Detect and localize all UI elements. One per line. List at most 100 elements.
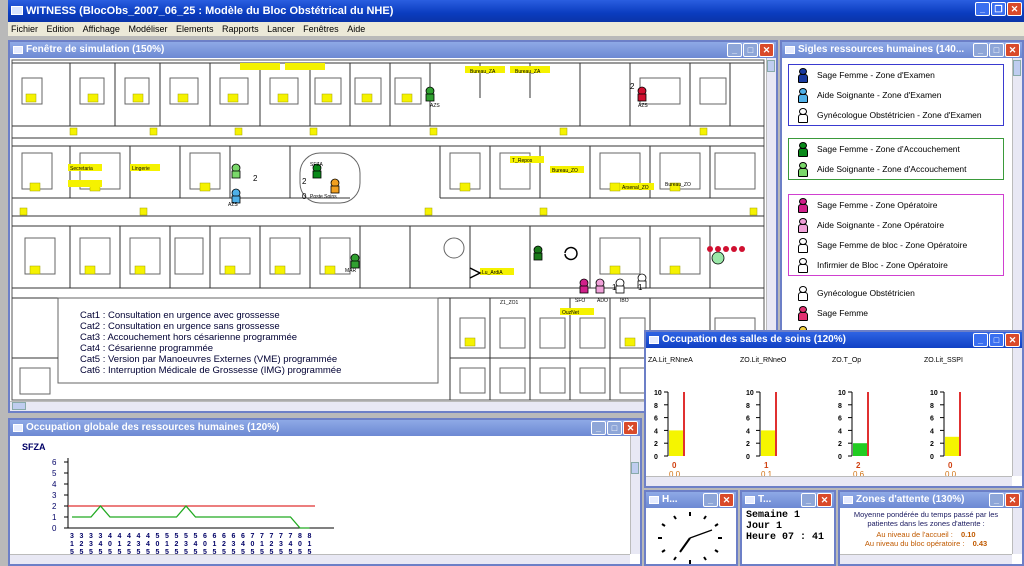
close-button[interactable]: ✕ xyxy=(1005,493,1020,507)
close-button[interactable]: ✕ xyxy=(1005,43,1020,57)
resources-window-title-bar[interactable]: Sigles ressources humaines (140... _ □ ✕ xyxy=(782,42,1022,58)
y-tick-label: 3 xyxy=(52,491,57,500)
x-tick-label: 3 xyxy=(70,533,74,540)
x-tick-label: 2 xyxy=(222,541,226,548)
x-tick-label: 5 xyxy=(175,533,179,540)
horizontal-scrollbar[interactable] xyxy=(646,476,1012,486)
resource-label: Gynécologue Obstétricien xyxy=(817,288,915,298)
count-label: 2 xyxy=(253,174,258,183)
x-tick-label: 4 xyxy=(241,541,245,548)
menu-fichier[interactable]: Fichier xyxy=(8,24,41,34)
y-tick-label: 4 xyxy=(838,428,842,435)
resources-window[interactable]: Sigles ressources humaines (140... _ □ ✕… xyxy=(780,40,1024,340)
resource-legend-item: Sage Femme - Zone d'Examen xyxy=(789,65,1003,85)
app-title: WITNESS (BlocObs_2007_06_25 : Modèle du … xyxy=(26,5,394,17)
menu-affichage[interactable]: Affichage xyxy=(80,24,123,34)
y-tick-label: 2 xyxy=(930,441,934,448)
simulation-window-title-bar[interactable]: Fenêtre de simulation (150%) _ □ ✕ xyxy=(10,42,776,58)
maximize-button[interactable]: □ xyxy=(989,333,1004,347)
clock-title-bar[interactable]: H... _ ✕ xyxy=(646,492,736,508)
close-button[interactable]: ✕ xyxy=(1007,2,1022,16)
menu-fenetres[interactable]: Fenêtres xyxy=(300,24,342,34)
maximize-button[interactable]: □ xyxy=(743,43,758,57)
minimize-button[interactable]: _ xyxy=(591,421,606,435)
rooms-occupation-title-bar[interactable]: Occupation des salles de soins (120%) _ … xyxy=(646,332,1022,348)
vertical-scrollbar[interactable] xyxy=(1012,508,1022,554)
app-title-bar[interactable]: WITNESS (BlocObs_2007_06_25 : Modèle du … xyxy=(8,0,1024,22)
vertical-scrollbar[interactable] xyxy=(630,436,640,554)
room-label: AZS xyxy=(638,103,648,109)
window-icon xyxy=(785,46,795,54)
close-button[interactable]: ✕ xyxy=(623,421,638,435)
minimize-button[interactable]: _ xyxy=(801,493,816,507)
legend-cat4: Cat4 : Césarienne programmée xyxy=(80,343,214,354)
x-tick-label: 7 xyxy=(289,533,293,540)
resource-label: Sage Femme - Zone d'Examen xyxy=(817,70,935,80)
x-tick-label: 5 xyxy=(194,533,198,540)
person-icon xyxy=(797,238,809,253)
time-title-bar[interactable]: T... _ ✕ xyxy=(742,492,834,508)
room-count-label: 1 xyxy=(764,461,769,470)
room-label: Lingerie xyxy=(132,166,150,172)
resource-label: Sage Femme - Zone d'Accouchement xyxy=(817,144,960,154)
menu-modeliser[interactable]: Modéliser xyxy=(125,24,170,34)
menu-elements[interactable]: Elements xyxy=(173,24,217,34)
time-window[interactable]: T... _ ✕ Semaine 1 Jour 1 Heure 07 : 41 xyxy=(740,490,836,566)
y-tick-label: 6 xyxy=(654,416,658,423)
clock-icon xyxy=(658,512,722,564)
minimize-button[interactable]: _ xyxy=(973,43,988,57)
rooms-occupation-window[interactable]: Occupation des salles de soins (120%) _ … xyxy=(644,330,1024,488)
vertical-scrollbar[interactable] xyxy=(1012,348,1022,476)
window-icon xyxy=(13,46,23,54)
clock-window[interactable]: H... _ ✕ xyxy=(644,490,738,566)
x-tick-label: 4 xyxy=(118,533,122,540)
menu-rapports[interactable]: Rapports xyxy=(219,24,262,34)
x-tick-label: 1 xyxy=(70,541,74,548)
category-legend: Cat1 : Consultation en urgence avec gros… xyxy=(80,310,341,376)
minimize-button[interactable]: _ xyxy=(973,333,988,347)
x-tick-label: 4 xyxy=(289,541,293,548)
close-button[interactable]: ✕ xyxy=(1005,333,1020,347)
horizontal-scrollbar[interactable] xyxy=(840,554,1012,564)
room-count-label: 0 xyxy=(948,461,953,470)
window-icon xyxy=(843,496,853,504)
y-tick-label: 10 xyxy=(746,390,754,397)
close-button[interactable]: ✕ xyxy=(817,493,832,507)
room-label: Arsenal_ZO xyxy=(622,185,649,191)
room-bar xyxy=(761,430,775,456)
rooms-bar-chart-svg: ZA.Lit_RNneA024681000.0ZO.Lit_RNneO02468… xyxy=(648,357,963,479)
hr-occupation-title-bar[interactable]: Occupation globale des ressources humain… xyxy=(10,420,640,436)
waiting-zones-title-bar[interactable]: Zones d'attente (130%) _ ✕ xyxy=(840,492,1022,508)
restore-button[interactable]: ❐ xyxy=(991,2,1006,16)
waiting-zones-window[interactable]: Zones d'attente (130%) _ ✕ Moyenne pondé… xyxy=(838,490,1024,566)
resource-legend-item: Aide Soignante - Zone d'Examen xyxy=(789,85,1003,105)
x-tick-label: 1 xyxy=(118,541,122,548)
hr-occupation-window[interactable]: Occupation globale des ressources humain… xyxy=(8,418,642,566)
x-tick-label: 3 xyxy=(232,541,236,548)
person-icon xyxy=(797,218,809,233)
resource-label: Aide Soignante - Zone Opératoire xyxy=(817,220,945,230)
resource-legend-item: Gynécologue Obstétricien xyxy=(789,283,1003,303)
maximize-button[interactable]: □ xyxy=(607,421,622,435)
legend-cat2: Cat2 : Consultation en urgence sans gros… xyxy=(80,321,280,332)
minimize-button[interactable]: _ xyxy=(989,493,1004,507)
menu-edition[interactable]: Edition xyxy=(44,24,78,34)
x-tick-label: 2 xyxy=(175,541,179,548)
x-tick-label: 5 xyxy=(165,533,169,540)
x-tick-label: 3 xyxy=(137,541,141,548)
x-tick-label: 2 xyxy=(127,541,131,548)
hr-line-chart: SFZA 0 1 2 3 4 5 6 3 1 5 3 2 5 3 3 5 3 4 5 4 0 5 4 1 5 4 2 5 4 3 5 4 4 5 5 0… xyxy=(10,436,630,556)
maximize-button[interactable]: □ xyxy=(989,43,1004,57)
minimize-button[interactable]: _ xyxy=(975,2,990,16)
x-tick-label: 2 xyxy=(80,541,84,548)
close-button[interactable]: ✕ xyxy=(759,43,774,57)
x-tick-label: 1 xyxy=(213,541,217,548)
minimize-button[interactable]: _ xyxy=(727,43,742,57)
horizontal-scrollbar[interactable] xyxy=(10,554,630,564)
minimize-button[interactable]: _ xyxy=(703,493,718,507)
close-button[interactable]: ✕ xyxy=(719,493,734,507)
menu-aide[interactable]: Aide xyxy=(344,24,368,34)
x-tick-label: 3 xyxy=(279,541,283,548)
vertical-scrollbar[interactable] xyxy=(1012,58,1022,338)
menu-lancer[interactable]: Lancer xyxy=(264,24,298,34)
